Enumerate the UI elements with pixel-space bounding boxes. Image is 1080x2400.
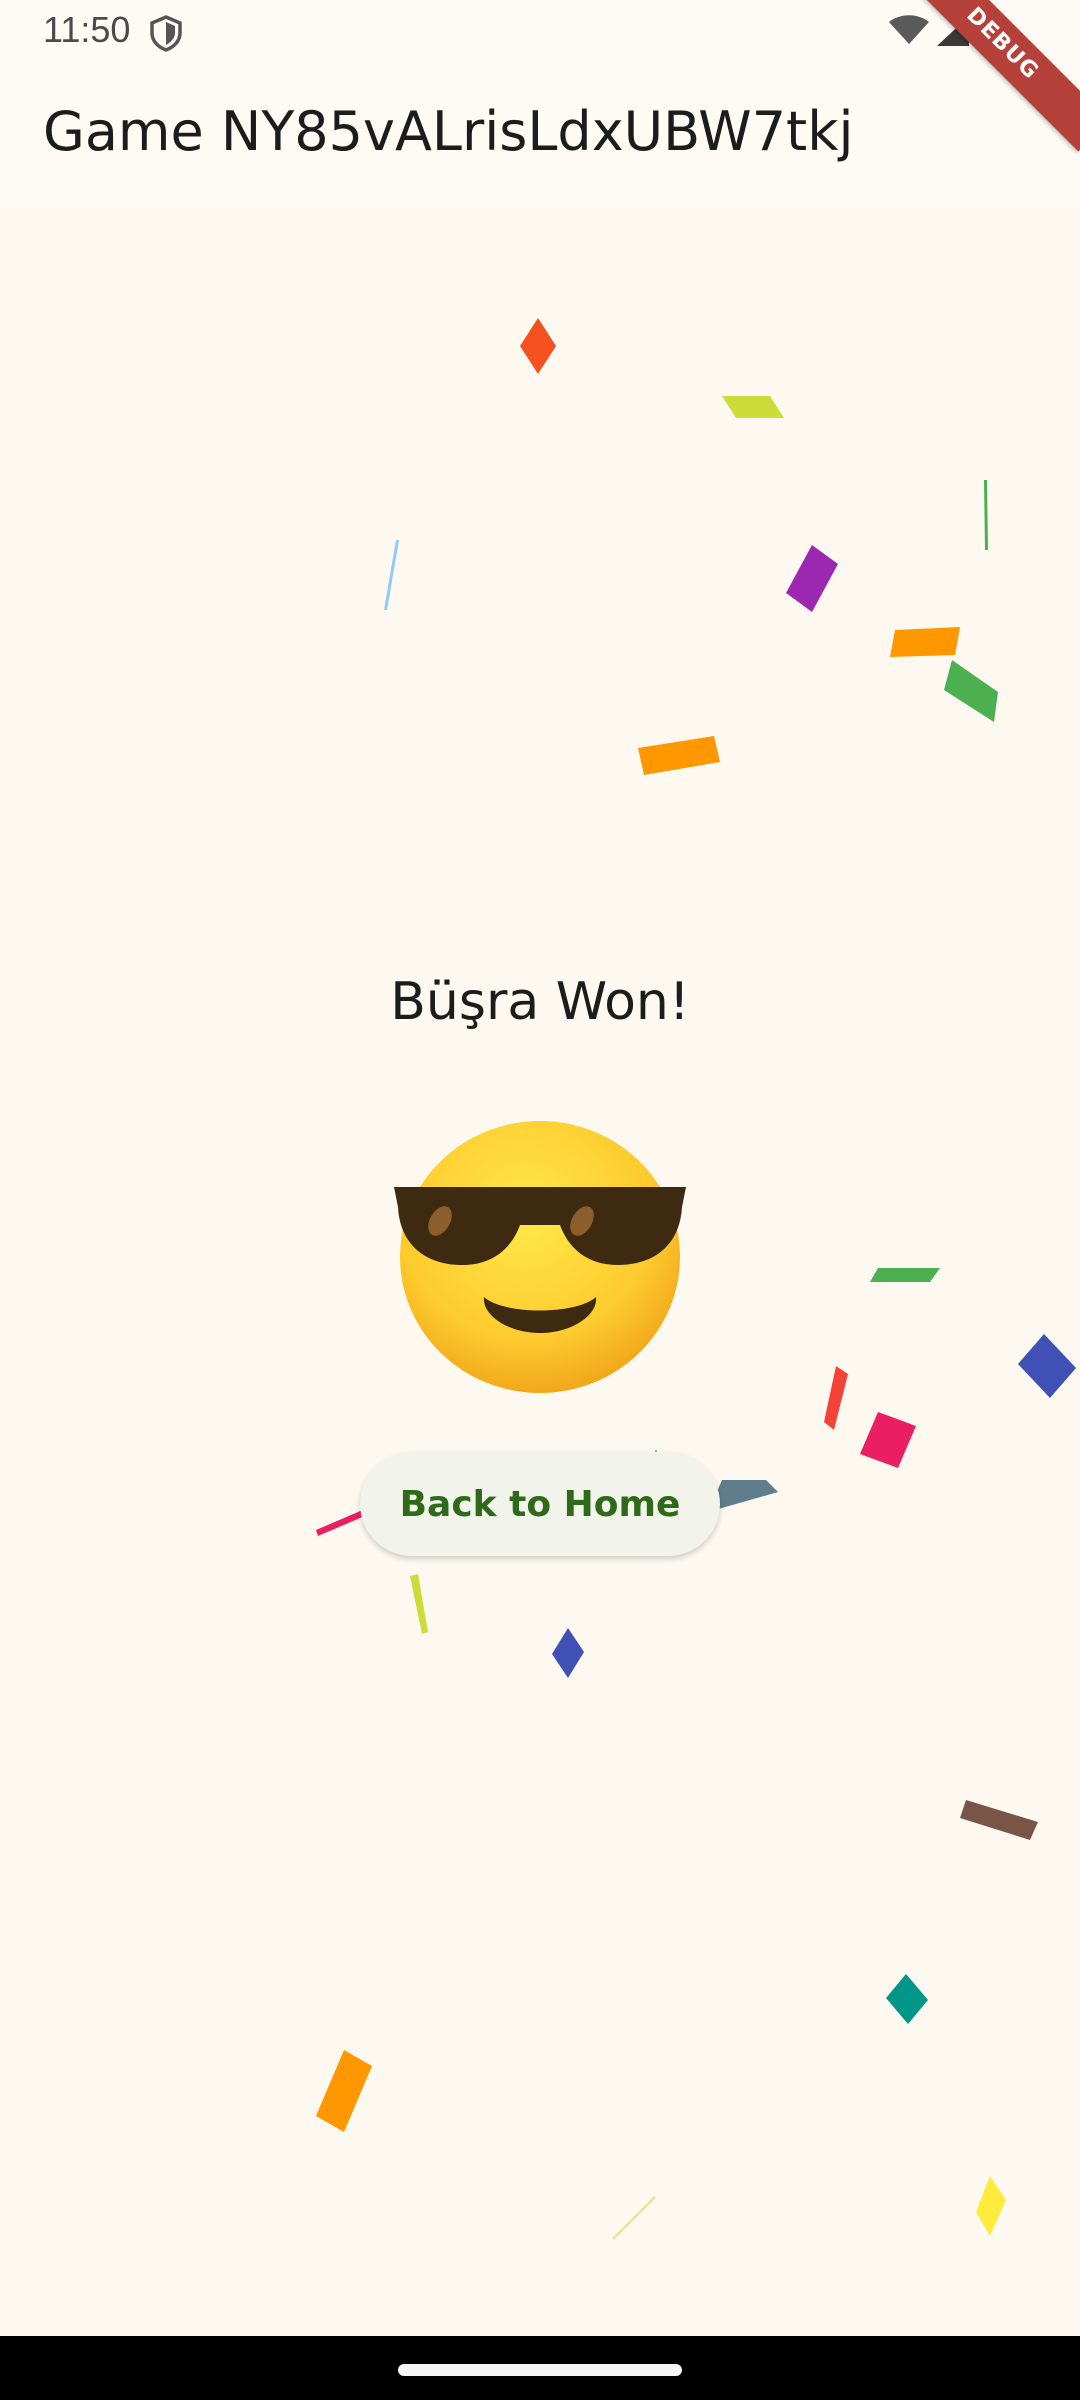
status-time: 11:50 (43, 9, 131, 50)
confetti-piece (870, 1268, 940, 1282)
game-result-screen: 11:50 Game NY85vALrisLdxUBW7tkj DEBUG Bü… (0, 0, 1080, 2400)
sunglasses-emoji-icon (394, 1121, 686, 1393)
confetti-piece (960, 1800, 1038, 1840)
confetti-piece (552, 1628, 584, 1678)
wifi-icon (889, 15, 929, 44)
winner-text: Büşra Won! (390, 972, 690, 1032)
home-gesture-handle[interactable] (398, 2364, 682, 2376)
confetti-piece (520, 318, 556, 374)
confetti-piece (890, 627, 960, 657)
status-bar: 11:50 (0, 0, 1080, 62)
navigation-bar (0, 2336, 1080, 2400)
confetti-piece (410, 1574, 428, 1634)
confetti-piece (860, 1412, 916, 1468)
confetti-piece (638, 736, 720, 775)
confetti-piece (976, 2176, 1006, 2236)
back-to-home-button[interactable]: Back to Home (360, 1452, 720, 1556)
app-bar: Game NY85vALrisLdxUBW7tkj (0, 62, 1080, 208)
confetti-piece (316, 2050, 372, 2132)
confetti-piece (384, 540, 399, 610)
confetti-piece (886, 1974, 928, 2024)
confetti-piece (1018, 1334, 1076, 1398)
shield-icon (150, 15, 182, 52)
confetti-piece (824, 1366, 848, 1430)
confetti-piece (944, 660, 998, 722)
confetti-piece (786, 545, 838, 612)
app-title: Game NY85vALrisLdxUBW7tkj (43, 100, 854, 163)
confetti-piece (722, 396, 784, 418)
confetti-piece (612, 2196, 656, 2240)
confetti-piece (984, 480, 988, 550)
